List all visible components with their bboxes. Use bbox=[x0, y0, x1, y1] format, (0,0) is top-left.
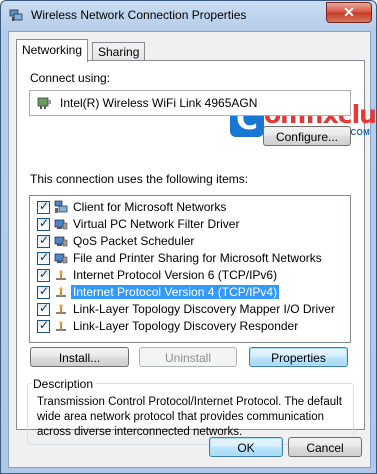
item-label: Link-Layer Topology Discovery Mapper I/O… bbox=[73, 302, 335, 316]
network-adapter-icon bbox=[37, 97, 51, 109]
install-button[interactable]: Install... bbox=[30, 347, 129, 367]
window-title: Wireless Network Connection Properties bbox=[31, 8, 247, 22]
item-checkbox[interactable] bbox=[37, 216, 50, 231]
network-service-icon bbox=[54, 253, 68, 264]
protocol-icon bbox=[56, 287, 66, 297]
list-item[interactable]: Link-Layer Topology Discovery Responder bbox=[30, 318, 348, 335]
properties-window: Wireless Network Connection Properties ✕… bbox=[0, 0, 377, 474]
item-checkbox[interactable] bbox=[37, 318, 50, 333]
item-checkbox[interactable] bbox=[37, 250, 50, 265]
ok-button[interactable]: OK bbox=[209, 437, 283, 457]
network-adapter-icon bbox=[9, 9, 23, 21]
cancel-button[interactable]: Cancel bbox=[288, 437, 362, 457]
title-bar[interactable]: Wireless Network Connection Properties ✕ bbox=[1, 1, 376, 29]
item-checkbox[interactable] bbox=[37, 233, 50, 248]
items-label: This connection uses the following items… bbox=[30, 172, 249, 186]
list-item[interactable]: File and Printer Sharing for Microsoft N… bbox=[30, 250, 348, 267]
list-item[interactable]: Link-Layer Topology Discovery Mapper I/O… bbox=[30, 301, 348, 318]
item-checkbox[interactable] bbox=[37, 199, 50, 214]
dialog-body: Networking Sharing Connect using: C omfi… bbox=[8, 31, 377, 468]
list-item-selected[interactable]: Internet Protocol Version 4 (TCP/IPv4) bbox=[30, 284, 348, 301]
item-checkbox[interactable] bbox=[37, 284, 50, 299]
item-label: Virtual PC Network Filter Driver bbox=[73, 217, 240, 231]
network-client-icon bbox=[54, 200, 68, 213]
item-label: Internet Protocol Version 6 (TCP/IPv6) bbox=[73, 268, 278, 282]
properties-button[interactable]: Properties bbox=[249, 347, 348, 367]
item-checkbox[interactable] bbox=[37, 301, 50, 316]
description-text: Transmission Control Protocol/Internet P… bbox=[37, 396, 342, 438]
description-title: Description bbox=[31, 377, 96, 391]
item-label: QoS Packet Scheduler bbox=[73, 234, 195, 248]
network-service-icon bbox=[54, 236, 68, 247]
connection-items-list[interactable]: Client for Microsoft Networks Virtual PC… bbox=[29, 195, 351, 343]
item-label: Client for Microsoft Networks bbox=[73, 200, 227, 214]
list-item[interactable]: QoS Packet Scheduler bbox=[30, 233, 348, 250]
item-checkbox[interactable] bbox=[37, 267, 50, 282]
protocol-icon bbox=[56, 304, 66, 314]
protocol-icon bbox=[56, 321, 66, 331]
adapter-field: Intel(R) Wireless WiFi Link 4965AGN bbox=[29, 90, 351, 116]
item-label: File and Printer Sharing for Microsoft N… bbox=[73, 251, 322, 265]
connect-using-label: Connect using: bbox=[30, 71, 111, 85]
item-label: Internet Protocol Version 4 (TCP/IPv4) bbox=[71, 285, 280, 299]
list-item[interactable]: Internet Protocol Version 6 (TCP/IPv6) bbox=[30, 267, 348, 284]
tab-networking[interactable]: Networking bbox=[16, 39, 89, 62]
tab-sharing[interactable]: Sharing bbox=[92, 42, 146, 61]
list-item[interactable]: Virtual PC Network Filter Driver bbox=[30, 216, 348, 233]
close-button[interactable]: ✕ bbox=[326, 2, 372, 23]
uninstall-button[interactable]: Uninstall bbox=[139, 347, 237, 367]
adapter-name: Intel(R) Wireless WiFi Link 4965AGN bbox=[60, 96, 258, 110]
protocol-icon bbox=[56, 270, 66, 280]
list-item[interactable]: Client for Microsoft Networks bbox=[30, 199, 348, 216]
item-label: Link-Layer Topology Discovery Responder bbox=[73, 319, 299, 333]
configure-button[interactable]: Configure... bbox=[263, 126, 351, 146]
network-service-icon bbox=[54, 219, 68, 230]
networking-panel: Connect using: C omfixclub WWW.COMFIXCLU… bbox=[16, 60, 377, 445]
